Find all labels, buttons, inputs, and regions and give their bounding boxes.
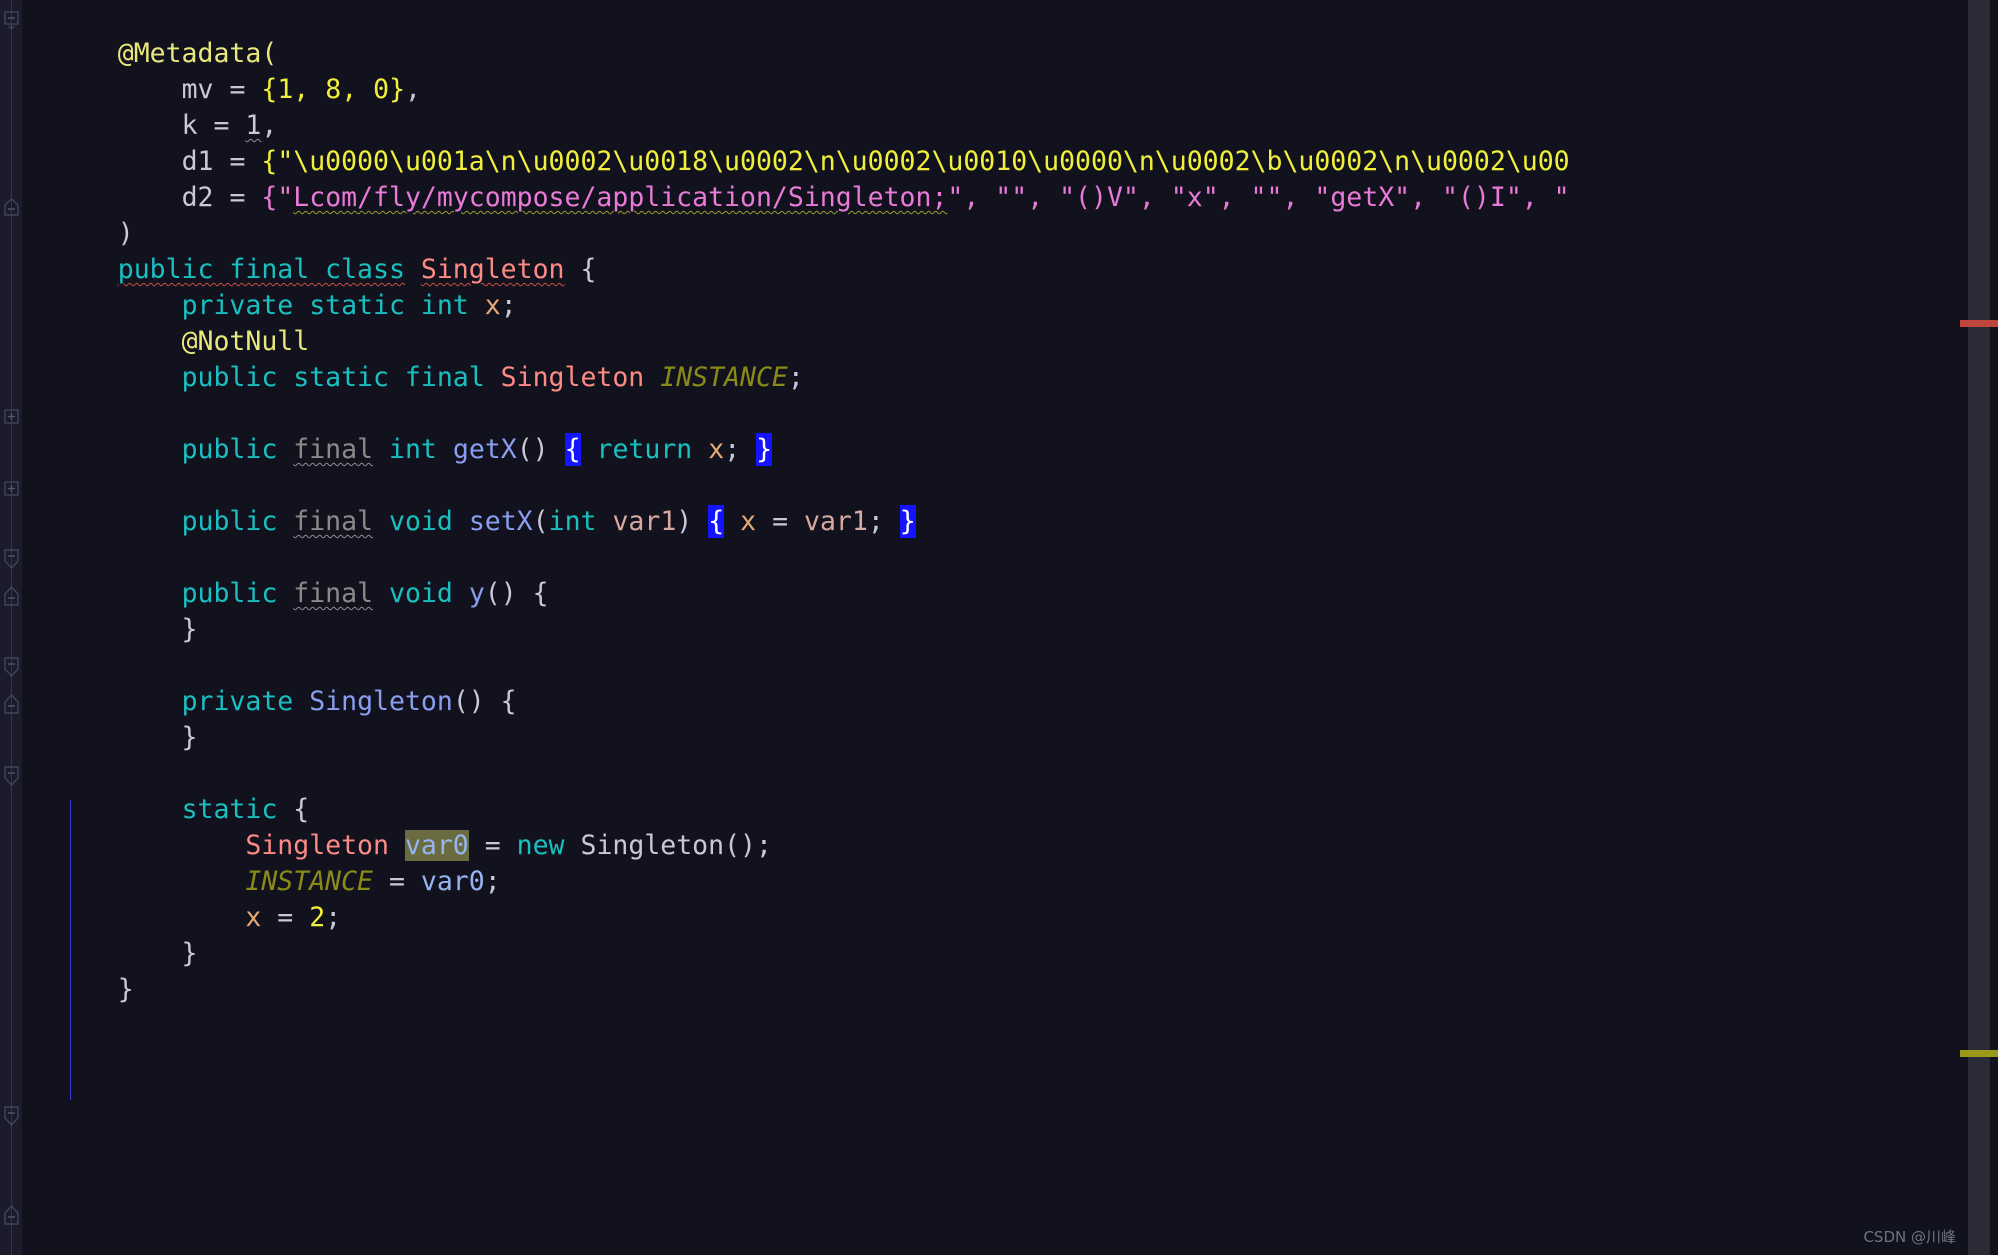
code-line-4[interactable]: d1 = {"\u0000\u001a\n\u0002\u0018\u0002\… (22, 108, 1570, 177)
token-d2-key: d2 (181, 182, 214, 213)
token-getx-method: getX (452, 434, 517, 465)
code-line-8[interactable]: private static int x; (22, 252, 517, 321)
fold-marker-minus-arrow-down-1[interactable] (2, 548, 21, 570)
token-x-ref: x (708, 434, 725, 465)
code-line-6[interactable]: ) (22, 180, 134, 249)
token-x-ref: x (740, 506, 757, 537)
code-line-12[interactable]: public final int getX() { return x; } (22, 396, 773, 466)
plus-box-icon (4, 481, 19, 496)
token-instance-type: Singleton (500, 362, 645, 393)
token-var0-ref: var0 (420, 866, 485, 897)
scrollbar-track[interactable] (1968, 0, 1990, 1255)
highlight-brace-open-getx[interactable]: { (564, 433, 581, 466)
minus-arrow-down-icon (4, 766, 19, 787)
minus-box-icon (4, 11, 19, 30)
token-final-dimmed: final (293, 506, 374, 537)
code-line-24[interactable]: INSTANCE = var0; (22, 828, 500, 897)
fold-marker-plus-box-1[interactable] (2, 406, 21, 428)
code-content[interactable]: @Metadata( mv = {1, 8, 0}, k = 1, d1 = {… (0, 0, 1998, 1255)
fold-marker-plus-box-2[interactable] (2, 478, 21, 500)
token-x-assign: x (245, 902, 262, 933)
fold-marker-minus-arrow-down-3[interactable] (2, 765, 21, 787)
token-var1-ref: var1 (804, 506, 868, 537)
scrollbar-marker-track[interactable] (1960, 0, 1998, 1255)
token-final-dimmed: final (293, 434, 374, 465)
fold-marker-minus-arrow-up-2[interactable] (2, 586, 21, 608)
token-public: public (181, 434, 278, 465)
code-line-7[interactable]: public final class Singleton { (22, 216, 597, 285)
token-new-keyword: new (516, 830, 565, 861)
error-marker[interactable] (1960, 320, 1998, 327)
minus-arrow-up-icon (4, 586, 19, 606)
token-d2-path: Lcom/fly/mycompose/application/Singleton… (293, 182, 948, 213)
token-void: void (389, 578, 453, 609)
code-line-9[interactable]: @NotNull (22, 288, 310, 357)
minus-arrow-up-icon (4, 198, 19, 216)
token-private: private (181, 686, 294, 717)
token-setx-method: setX (468, 506, 533, 537)
fold-marker-minus-arrow-up-1[interactable] (2, 198, 21, 220)
token-void: void (389, 506, 453, 537)
fold-marker-minus-arrow-down-2[interactable] (2, 656, 21, 678)
code-line-19[interactable]: private Singleton() { (22, 648, 517, 717)
fold-marker-minus-box[interactable] (2, 8, 21, 30)
code-line-5[interactable]: d2 = {"Lcom/fly/mycompose/application/Si… (22, 144, 1570, 213)
token-class-brace-open: { (580, 254, 597, 285)
minus-arrow-down-icon (4, 1106, 19, 1127)
token-mv-value: {1, 8, 0}, (261, 74, 422, 105)
token-field-x: x (484, 290, 501, 321)
token-instance-name: INSTANCE (660, 362, 788, 393)
token-public: public (181, 506, 278, 537)
minus-arrow-down-icon (4, 549, 19, 570)
token-param-type-int: int (548, 506, 597, 537)
minus-arrow-down-icon (4, 657, 19, 678)
token-return: return (596, 434, 693, 465)
indent-guide-static-block (70, 800, 71, 1100)
code-line-26[interactable]: } (22, 900, 198, 969)
gutter-guide-line (11, 0, 12, 1255)
code-line-10[interactable]: public static final Singleton INSTANCE; (22, 324, 804, 393)
token-instance-modifiers: public static final (181, 362, 485, 393)
token-int: int (389, 434, 437, 465)
minus-arrow-up-icon (4, 694, 19, 714)
code-line-2[interactable]: mv = {1, 8, 0}, (22, 36, 421, 105)
fold-marker-minus-arrow-down-4[interactable] (2, 1105, 21, 1127)
code-line-3[interactable]: k = 1, (22, 72, 278, 141)
token-x-value: 2 (309, 902, 326, 933)
highlight-brace-close-setx[interactable]: } (899, 505, 916, 538)
code-line-22[interactable]: static { (22, 756, 310, 825)
editor-gutter[interactable] (0, 0, 22, 1255)
token-d2-open: {" (261, 182, 294, 213)
code-line-1[interactable]: @Metadata( (22, 0, 278, 69)
watermark-text: CSDN @川峰 (1863, 1228, 1956, 1246)
plus-box-icon (4, 409, 19, 424)
fold-marker-minus-arrow-up-3[interactable] (2, 694, 21, 716)
fold-marker-minus-arrow-up-4[interactable] (2, 1205, 21, 1227)
code-line-23[interactable]: Singleton var0 = new Singleton(); (22, 792, 772, 861)
token-ctor-name: Singleton (309, 686, 453, 717)
code-line-14[interactable]: public final void setX(int var1) { x = v… (22, 468, 916, 538)
token-param-var1: var1 (612, 506, 677, 537)
highlight-brace-close-getx[interactable]: } (756, 433, 773, 466)
code-line-17[interactable]: } (22, 576, 198, 645)
highlight-brace-open-setx[interactable]: { (708, 505, 725, 538)
minus-arrow-up-icon (4, 1205, 19, 1225)
code-editor[interactable]: @Metadata( mv = {1, 8, 0}, k = 1, d1 = {… (0, 0, 1998, 1255)
warning-marker[interactable] (1960, 1050, 1998, 1057)
code-line-16[interactable]: public final void y() { (22, 540, 549, 609)
code-line-27[interactable]: } (22, 936, 134, 1005)
token-d2-rest: ", "", "()V", "x", "", "getX", "()I", " (947, 182, 1570, 213)
token-final-dimmed: final (293, 578, 374, 609)
token-ctor-call: Singleton (580, 830, 725, 861)
token-y-method: y (468, 578, 485, 609)
code-line-20[interactable]: } (22, 684, 198, 753)
